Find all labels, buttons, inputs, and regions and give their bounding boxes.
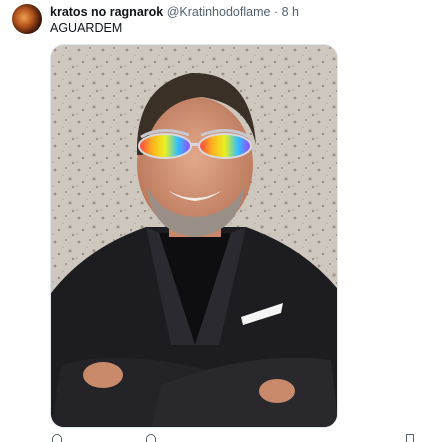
reply-icon[interactable] <box>52 434 62 442</box>
separator-dot: · <box>273 5 279 19</box>
display-name[interactable]: kratos no ragnarok <box>50 5 163 19</box>
timestamp[interactable]: 8 h <box>282 5 299 19</box>
user-handle[interactable]: @Kratinhodoflame <box>167 5 271 19</box>
share-icon[interactable] <box>406 434 414 442</box>
photo-image <box>51 45 337 427</box>
avatar[interactable] <box>12 4 42 34</box>
tweet-actions <box>50 432 430 442</box>
tweet-photo[interactable] <box>50 44 338 428</box>
tweet-header: kratos no ragnarok @Kratinhodoflame · 8 … <box>50 5 299 20</box>
tweet-text: AGUARDEM <box>50 21 123 35</box>
tweet[interactable]: kratos no ragnarok @Kratinhodoflame · 8 … <box>0 0 444 442</box>
retweet-icon[interactable] <box>146 434 156 442</box>
